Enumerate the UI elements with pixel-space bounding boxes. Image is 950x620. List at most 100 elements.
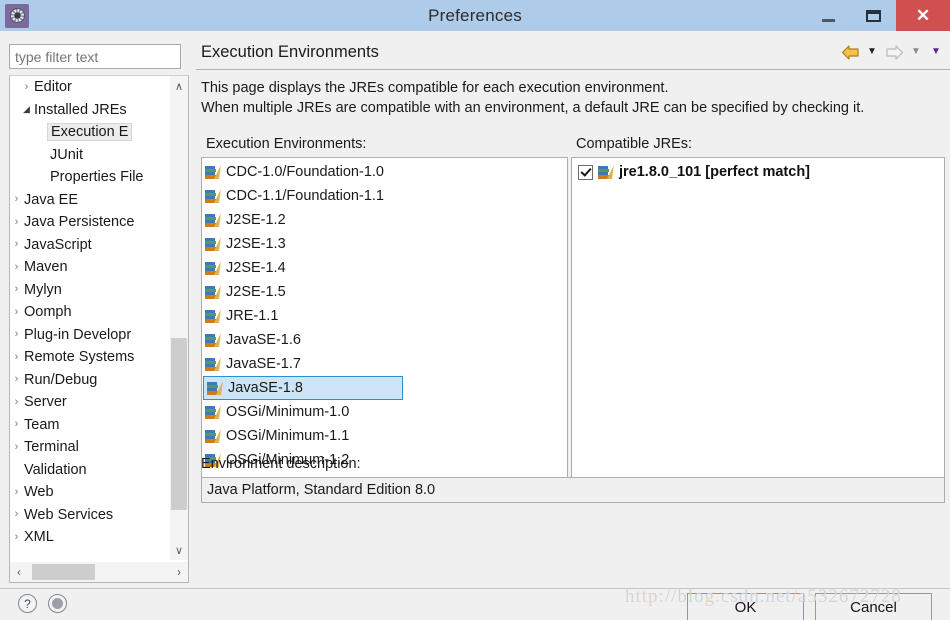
environment-name: J2SE-1.4 bbox=[226, 260, 286, 276]
sidebar-item[interactable]: › XML bbox=[10, 526, 157, 549]
environment-row[interactable]: J2SE-1.5 bbox=[202, 280, 567, 304]
sidebar-item[interactable]: ›Execution E bbox=[10, 121, 157, 144]
tree-leaf-spacer: › bbox=[10, 464, 23, 475]
filter-input[interactable] bbox=[9, 44, 181, 69]
tree-expand-icon[interactable]: › bbox=[10, 374, 23, 385]
tree-expand-icon[interactable]: › bbox=[10, 284, 23, 295]
dialog-footer: ? OK Cancel bbox=[0, 588, 950, 620]
environment-row[interactable]: JRE-1.1 bbox=[202, 304, 567, 328]
view-menu-icon[interactable]: ▼ bbox=[926, 40, 946, 64]
sidebar-item-label: Mylyn bbox=[24, 281, 62, 298]
tree-expand-icon[interactable]: › bbox=[10, 441, 23, 453]
help-icon[interactable]: ? bbox=[18, 594, 37, 613]
preference-page: Execution Environments ▼ ▼ ▼ This page d… bbox=[196, 36, 950, 584]
sidebar-item-label: Web Services bbox=[24, 506, 114, 523]
scroll-down-button[interactable]: ∨ bbox=[170, 540, 188, 560]
environment-description-label: Environment description: bbox=[201, 456, 361, 472]
maximize-button[interactable] bbox=[851, 0, 896, 31]
tree-expand-icon[interactable]: › bbox=[20, 81, 33, 93]
jre-library-icon bbox=[205, 285, 222, 299]
sidebar-item-label: Remote Systems bbox=[24, 349, 135, 366]
sidebar-item[interactable]: › Plug-in Developr bbox=[10, 324, 157, 347]
sidebar-item[interactable]: › Editor bbox=[10, 76, 157, 99]
environment-row-selected[interactable]: JavaSE-1.8 bbox=[203, 376, 403, 400]
sidebar-item[interactable]: › Web Services bbox=[10, 504, 157, 527]
jre-library-icon bbox=[205, 429, 222, 443]
sidebar-item[interactable]: › Oomph bbox=[10, 301, 157, 324]
back-dropdown-icon[interactable]: ▼ bbox=[862, 40, 882, 64]
preferences-sidebar: ›Editor◢Installed JREs›Execution E›JUnit… bbox=[9, 44, 189, 584]
compatible-jre-row[interactable]: jre1.8.0_101 [perfect match] bbox=[572, 160, 944, 184]
environment-name: J2SE-1.3 bbox=[226, 236, 286, 252]
sidebar-item-label: Plug-in Developr bbox=[24, 326, 132, 343]
scroll-left-button[interactable]: ‹ bbox=[10, 562, 28, 582]
sidebar-item-label: Execution E bbox=[47, 123, 133, 142]
sidebar-item[interactable]: › Run/Debug bbox=[10, 369, 157, 392]
app-gear-icon bbox=[5, 3, 29, 28]
sidebar-item[interactable]: ›Properties File bbox=[10, 166, 157, 189]
compatible-jres-list[interactable]: jre1.8.0_101 [perfect match] bbox=[571, 157, 945, 503]
tree-expand-icon[interactable]: › bbox=[10, 239, 23, 250]
sidebar-item[interactable]: › JavaScript bbox=[10, 234, 157, 257]
compatible-jres-label: Compatible JREs: bbox=[576, 136, 693, 152]
sidebar-item[interactable]: › Java Persistence bbox=[10, 211, 157, 234]
sidebar-item[interactable]: ◢ Installed JREs bbox=[10, 99, 157, 122]
scroll-up-button[interactable]: ∧ bbox=[170, 76, 188, 96]
tree-horizontal-scrollbar[interactable]: ‹ › bbox=[10, 561, 188, 582]
sidebar-item[interactable]: › Web bbox=[10, 481, 157, 504]
jre-library-icon bbox=[205, 261, 222, 275]
vertical-scroll-thumb[interactable] bbox=[171, 338, 187, 510]
environment-name: JavaSE-1.7 bbox=[226, 356, 301, 372]
environment-row[interactable]: J2SE-1.3 bbox=[202, 232, 567, 256]
sidebar-item[interactable]: › Terminal bbox=[10, 436, 157, 459]
environment-name: CDC-1.0/Foundation-1.0 bbox=[226, 164, 384, 180]
sidebar-item[interactable]: › Remote Systems bbox=[10, 346, 157, 369]
sidebar-item-label: Java EE bbox=[24, 191, 78, 208]
ok-button[interactable]: OK bbox=[687, 593, 804, 620]
tree-expand-icon[interactable]: › bbox=[10, 216, 23, 228]
close-button[interactable]: ✕ bbox=[896, 0, 950, 31]
tree-expand-icon[interactable]: › bbox=[10, 531, 23, 543]
environment-row[interactable]: J2SE-1.4 bbox=[202, 256, 567, 280]
tree-expand-icon[interactable]: › bbox=[10, 261, 23, 273]
tree-collapse-icon[interactable]: ◢ bbox=[20, 105, 33, 114]
tree-expand-icon[interactable]: › bbox=[10, 329, 23, 340]
sidebar-item[interactable]: ›JUnit bbox=[10, 144, 157, 167]
cancel-button[interactable]: Cancel bbox=[815, 593, 932, 620]
environment-row[interactable]: OSGi/Minimum-1.0 bbox=[202, 400, 567, 424]
jre-library-icon bbox=[205, 333, 222, 347]
sidebar-item-label: Run/Debug bbox=[24, 371, 98, 388]
environment-row[interactable]: J2SE-1.2 bbox=[202, 208, 567, 232]
tree-expand-icon[interactable]: › bbox=[10, 396, 23, 408]
default-jre-checkbox[interactable] bbox=[578, 164, 593, 180]
environment-row[interactable]: CDC-1.0/Foundation-1.0 bbox=[202, 160, 567, 184]
sidebar-item[interactable]: › Server bbox=[10, 391, 157, 414]
tree-expand-icon[interactable]: › bbox=[10, 509, 23, 520]
tree-expand-icon[interactable]: › bbox=[10, 306, 23, 318]
tree-expand-icon[interactable]: › bbox=[10, 419, 23, 430]
sidebar-item[interactable]: › Team bbox=[10, 414, 157, 437]
tree-vertical-scrollbar[interactable]: ∧ ∨ bbox=[169, 76, 188, 560]
sidebar-item[interactable]: › Mylyn bbox=[10, 279, 157, 302]
tree-expand-icon[interactable]: › bbox=[10, 486, 23, 498]
restore-defaults-icon[interactable] bbox=[48, 594, 67, 613]
preferences-dialog: Preferences ✕ ›Editor◢Installed JREs›Exe… bbox=[0, 0, 950, 620]
sidebar-item[interactable]: › Maven bbox=[10, 256, 157, 279]
tree-expand-icon[interactable]: › bbox=[10, 351, 23, 363]
sidebar-item-label: Installed JREs bbox=[34, 101, 127, 118]
sidebar-item[interactable]: ›Validation bbox=[10, 459, 157, 482]
horizontal-scroll-thumb[interactable] bbox=[32, 564, 95, 580]
execution-environments-list[interactable]: CDC-1.0/Foundation-1.0 CDC-1.1/Foundation… bbox=[201, 157, 568, 503]
minimize-button[interactable] bbox=[806, 0, 851, 31]
environment-row[interactable]: CDC-1.1/Foundation-1.1 bbox=[202, 184, 567, 208]
sidebar-item[interactable]: › Java EE bbox=[10, 189, 157, 212]
jre-library-icon bbox=[205, 309, 222, 323]
environment-row[interactable]: OSGi/Minimum-1.1 bbox=[202, 424, 567, 448]
environment-row[interactable]: JavaSE-1.7 bbox=[202, 352, 567, 376]
footer-icon-group: ? bbox=[18, 594, 67, 613]
maximize-icon bbox=[866, 9, 881, 22]
environment-row[interactable]: JavaSE-1.6 bbox=[202, 328, 567, 352]
back-arrow-icon[interactable] bbox=[838, 40, 862, 64]
tree-expand-icon[interactable]: › bbox=[10, 194, 23, 205]
scroll-right-button[interactable]: › bbox=[170, 562, 188, 582]
